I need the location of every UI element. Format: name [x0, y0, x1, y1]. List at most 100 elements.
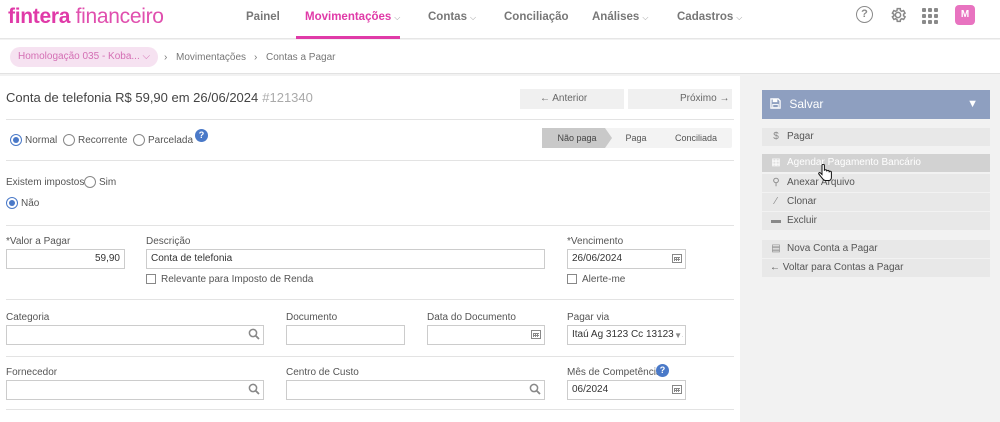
nav-analises[interactable]: Análises ⌵	[592, 9, 648, 25]
nav-contas-label: Contas	[428, 11, 467, 23]
top-navbar: fintera financeiro Painel Movimentações ⌵…	[0, 0, 1000, 39]
documento-input[interactable]	[286, 325, 405, 345]
calendar-icon: ▦	[771, 157, 781, 168]
status-step-conciliada: Conciliada	[674, 133, 718, 143]
nav-contas[interactable]: Contas ⌵	[428, 9, 476, 25]
company-selector[interactable]: Homologação 035 - Koba... ⌵	[10, 47, 159, 67]
divider	[6, 225, 734, 226]
dollar-icon: $	[773, 131, 779, 142]
radio-parcelada-label: Parcelada	[148, 135, 194, 146]
active-nav-indicator	[296, 36, 400, 39]
calendar-icon[interactable]	[672, 383, 682, 397]
nav-movimentacoes-label: Movimentações	[305, 11, 392, 23]
breadcrumb-separator: ›	[164, 52, 168, 63]
nav-analises-label: Análises	[592, 11, 640, 23]
irpf-checkbox[interactable]	[146, 274, 156, 284]
caret-down-icon: ▼	[674, 329, 682, 343]
pagar-via-select[interactable]: Itaú Ag 3123 Cc 13123-1 ▼	[567, 325, 686, 345]
radio-impostos-sim[interactable]	[84, 176, 96, 188]
search-icon[interactable]	[529, 383, 541, 398]
clonar-action[interactable]: ⁄ Clonar	[762, 193, 990, 211]
radio-recorrente[interactable]	[63, 134, 75, 146]
calendar-icon[interactable]	[531, 328, 541, 342]
actions-panel: Salvar ▼ $ Pagar ▦ Agendar Pagamento Bancá…	[756, 76, 1000, 422]
nav-painel-label: Painel	[246, 11, 280, 23]
user-avatar[interactable]: M	[955, 5, 975, 25]
competencia-value: 06/2024	[572, 384, 609, 395]
fornecedor-label: Fornecedor	[6, 367, 58, 378]
help-icon[interactable]: ?	[656, 364, 669, 377]
excluir-label: Excluir	[787, 215, 818, 226]
descricao-input[interactable]: Conta de telefonia	[146, 249, 545, 269]
divider	[6, 160, 734, 161]
nova-label: Nova Conta a Pagar	[787, 243, 878, 254]
pagar-label: Pagar	[787, 131, 814, 142]
categoria-input[interactable]	[6, 325, 264, 345]
nav-cadastros[interactable]: Cadastros ⌵	[677, 9, 742, 25]
radio-impostos-sim-label: Sim	[99, 177, 117, 188]
record-number: #121340	[262, 90, 313, 105]
save-label: Salvar	[789, 97, 824, 111]
agendar-pagamento-action[interactable]: ▦ Agendar Pagamento Bancário	[762, 154, 990, 172]
breadcrumb-movimentacoes[interactable]: Movimentações	[176, 52, 246, 63]
nav-movimentacoes[interactable]: Movimentações ⌵	[305, 9, 400, 25]
chevron-down-icon: ⌵	[642, 13, 649, 22]
vencimento-value: 26/06/2024	[572, 253, 623, 264]
radio-normal[interactable]	[10, 134, 22, 146]
vencimento-input[interactable]: 26/06/2024	[567, 249, 686, 269]
excluir-action[interactable]: ▬ Excluir	[762, 212, 990, 230]
fornecedor-input[interactable]	[6, 380, 264, 400]
caret-down-icon[interactable]: ▼	[967, 90, 978, 119]
radio-recorrente-label: Recorrente	[78, 135, 128, 146]
help-icon[interactable]: ?	[856, 6, 873, 23]
status-step-paga: Paga	[625, 133, 647, 143]
divider	[6, 356, 734, 357]
irpf-label: Relevante para Imposto de Renda	[161, 274, 314, 285]
paperclip-icon: ⚲	[772, 177, 780, 188]
help-icon[interactable]: ?	[195, 129, 208, 142]
breadcrumb-separator: ›	[254, 52, 258, 63]
data-documento-label: Data do Documento	[427, 312, 516, 323]
nav-conciliacao-label: Conciliação	[504, 11, 569, 23]
pagar-via-value: Itaú Ag 3123 Cc 13123-1	[572, 329, 683, 340]
main-form-panel: Conta de telefonia R$ 59,90 em 26/06/202…	[0, 76, 740, 422]
clonar-label: Clonar	[787, 196, 817, 207]
alerte-checkbox[interactable]	[567, 274, 577, 284]
centro-custo-label: Centro de Custo	[286, 367, 359, 378]
apps-grid-icon[interactable]	[922, 7, 940, 25]
next-button[interactable]: Próximo →	[628, 89, 732, 109]
data-documento-input[interactable]	[427, 325, 545, 345]
save-icon	[770, 97, 789, 111]
settings-gear-icon[interactable]	[889, 6, 907, 24]
descricao-label: Descrição	[146, 236, 191, 247]
company-name: Homologação 035 - Koba...	[18, 51, 140, 62]
valor-label: *Valor a Pagar	[6, 236, 71, 247]
chevron-down-icon: ⌵	[469, 13, 477, 22]
chevron-down-icon: ⌵	[736, 13, 743, 22]
divider	[6, 119, 734, 120]
radio-parcelada[interactable]	[133, 134, 145, 146]
breadcrumb: Homologação 035 - Koba... ⌵ › Movimentaç…	[0, 40, 1000, 74]
radio-impostos-nao[interactable]	[6, 197, 18, 209]
previous-button[interactable]: ← Anterior	[520, 89, 624, 109]
anexar-arquivo-action[interactable]: ⚲ Anexar Arquivo	[762, 174, 990, 192]
nav-painel[interactable]: Painel	[246, 9, 280, 25]
document-icon: ▤	[771, 243, 781, 254]
save-button[interactable]: Salvar ▼	[762, 90, 990, 119]
search-icon[interactable]	[248, 328, 260, 343]
nova-conta-action[interactable]: ▤ Nova Conta a Pagar	[762, 240, 990, 258]
valor-input[interactable]: 59,90	[6, 249, 125, 269]
calendar-icon[interactable]	[672, 252, 682, 266]
nav-conciliacao[interactable]: Conciliação	[504, 9, 569, 25]
pagar-action[interactable]: $ Pagar	[762, 128, 990, 146]
taxes-question-label: Existem impostos?	[6, 177, 90, 188]
competencia-input[interactable]: 06/2024	[567, 380, 686, 400]
centro-custo-input[interactable]	[286, 380, 545, 400]
search-icon[interactable]	[248, 383, 260, 398]
voltar-action[interactable]: ← Voltar para Contas a Pagar	[762, 259, 990, 277]
chevron-down-icon: ⌵	[142, 51, 151, 62]
logo[interactable]: fintera financeiro	[8, 5, 164, 29]
breadcrumb-contas-a-pagar[interactable]: Contas a Pagar	[266, 52, 336, 63]
chevron-down-icon: ⌵	[394, 13, 401, 22]
logo-bold-text: fintera	[8, 5, 71, 28]
